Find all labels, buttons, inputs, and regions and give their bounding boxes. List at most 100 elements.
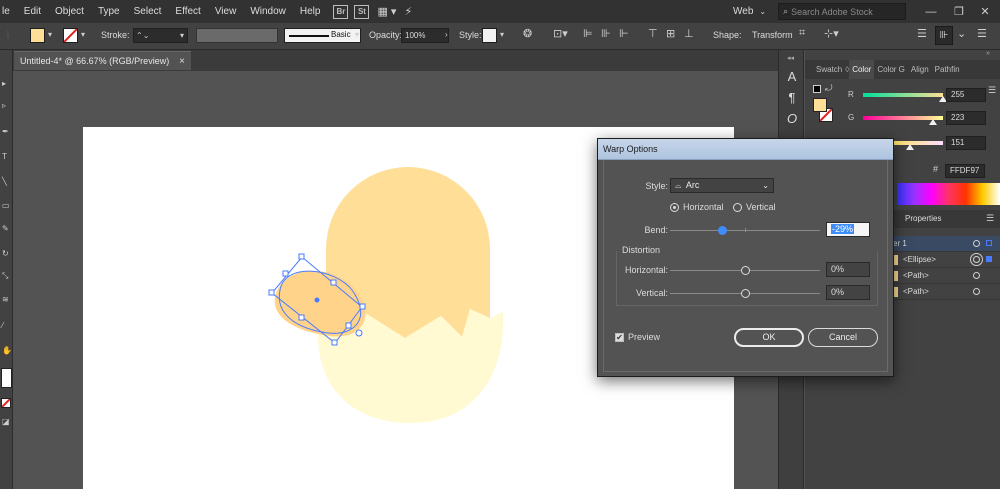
fill-swatch[interactable] [30,28,45,43]
minimize-icon[interactable]: — [916,0,946,23]
screen-mode-icon[interactable]: ◪ [2,418,10,426]
panel-menu-icon[interactable]: ☰ [986,213,994,224]
panel-menu-icon[interactable]: ☰ [988,85,996,96]
menu-window[interactable]: Window [243,0,293,23]
fill-stroke-indicator[interactable] [1,368,12,388]
green-slider-thumb[interactable] [929,119,937,125]
red-slider-track[interactable] [863,93,943,97]
variable-width-profile[interactable] [196,28,278,43]
scale-tool-icon[interactable]: ⤡ [2,272,10,280]
preview-checkbox[interactable]: ✔ [615,333,624,342]
tab-swatches[interactable]: Swatch [813,60,845,79]
menu-object[interactable]: Object [48,0,91,23]
bridge-button[interactable]: Br [333,4,349,19]
menu-edit[interactable]: Edit [17,0,48,23]
chevron-down-icon[interactable]: ▾ [81,30,85,39]
selected-art-indicator[interactable] [986,256,992,262]
bend-slider-knob[interactable] [718,226,728,235]
layer-row[interactable]: <Path> [893,268,1000,284]
menu-type[interactable]: Type [91,0,127,23]
hex-value-field[interactable]: FFDF97 [945,164,985,178]
tab-properties[interactable]: Properties [905,214,941,223]
type-tool-icon[interactable]: T [2,153,10,161]
align-top-icon[interactable]: ⊤ [648,27,658,40]
cancel-button[interactable]: Cancel [808,328,878,347]
layer-row[interactable]: <Ellipse> [893,252,1000,268]
color-fill-swatch[interactable] [813,98,827,112]
layer-row[interactable]: <Path> [893,284,1000,300]
stroke-weight-stepper[interactable]: ⌃⌄ ▾ [133,28,188,43]
vertical-radio[interactable] [733,203,742,212]
graphic-style-swatch[interactable] [482,28,497,43]
distortion-horizontal-field[interactable]: 0% [826,262,870,277]
menu-file[interactable]: le [0,0,17,23]
more-options-icon[interactable]: ☰ [917,27,927,40]
transform-each-icon[interactable]: ⌗ [799,27,805,40]
align-right-icon[interactable]: ⊩ [619,27,629,40]
tab-align[interactable]: Align [908,60,932,79]
menu-view[interactable]: View [208,0,244,23]
distortion-vertical-knob[interactable] [741,289,750,298]
blue-value-field[interactable]: 151 [946,136,986,150]
green-value-field[interactable]: 223 [946,111,986,125]
chevron-down-icon[interactable]: ⌄ [759,7,766,16]
pen-tool-icon[interactable]: ✒ [2,128,10,136]
character-icon[interactable]: A [784,69,800,85]
rotate-tool-icon[interactable]: ↻ [2,250,10,258]
paragraph-icon[interactable]: ¶ [784,90,800,106]
tab-pathfinder[interactable]: Pathfin [932,60,963,79]
hand-tool-icon[interactable]: ✋ [2,347,12,355]
tab-color-guide[interactable]: Color G [874,60,908,79]
warp-tool-icon[interactable]: ≋ [2,296,10,304]
collapse-icon[interactable]: » [986,50,990,57]
ok-button[interactable]: OK [734,328,804,347]
paintbrush-tool-icon[interactable]: ✎ [2,225,10,233]
menu-effect[interactable]: Effect [168,0,207,23]
workspace-switcher[interactable]: Web [733,6,753,17]
direct-selection-tool-icon[interactable]: ▹ [2,102,10,110]
align-bottom-icon[interactable]: ⊥ [684,27,694,40]
swap-colors-icon[interactable]: ⤾ [825,83,833,94]
align-left-icon[interactable]: ⊫ [583,27,593,40]
recolor-artwork-icon[interactable]: ❂ [523,27,532,40]
default-colors-icon[interactable] [813,85,821,93]
stroke-none-indicator[interactable] [1,398,11,408]
close-icon[interactable]: × [179,56,185,67]
tab-color[interactable]: Color [849,60,875,79]
rectangle-tool-icon[interactable]: ▭ [2,202,10,210]
target-icon[interactable] [973,288,980,295]
opentype-icon[interactable]: O [784,111,800,127]
bend-value-field[interactable]: -29% [826,222,870,237]
blue-slider-thumb[interactable] [906,144,915,150]
stock-search-input[interactable]: ⌕ Search Adobe Stock [778,3,907,20]
stock-button[interactable]: St [354,4,370,19]
selection-tool-icon[interactable]: ▸ [2,80,10,88]
transform-link[interactable]: Transform [752,30,793,40]
layer-row[interactable]: er 1 [893,236,1000,252]
chevron-right-icon[interactable]: › [445,30,448,39]
target-icon[interactable] [973,240,980,247]
selected-art-indicator[interactable] [986,240,992,246]
color-spectrum[interactable] [897,183,1000,205]
dialog-title[interactable]: Warp Options [598,139,893,160]
chevron-down-icon[interactable]: ▾ [355,30,359,39]
distortion-vertical-field[interactable]: 0% [826,285,870,300]
arrange-documents-icon[interactable]: ▦ ▾ [377,5,396,18]
panel-menu-icon[interactable]: ☰ [977,27,987,40]
vertical-radio-label[interactable]: Vertical [746,202,776,212]
stroke-swatch[interactable] [63,28,78,43]
collapse-icon[interactable]: ◂◂ [787,54,794,62]
warp-style-select[interactable]: ⌓ Arc ⌄ [670,178,774,193]
align-center-icon[interactable]: ⊪ [601,27,611,40]
isolate-icon[interactable]: ⊹▾ [824,27,839,40]
opacity-field[interactable]: 100% [401,28,449,43]
preview-label[interactable]: Preview [628,332,660,342]
chevron-down-icon[interactable]: ▾ [48,30,52,39]
chevron-down-icon[interactable]: ⌄ [957,27,966,40]
red-value-field[interactable]: 255 [946,88,986,102]
chevron-down-icon[interactable]: ▾ [500,30,504,39]
target-icon[interactable] [973,272,980,279]
close-window-icon[interactable]: ✕ [970,0,1000,23]
distortion-horizontal-knob[interactable] [741,266,750,275]
menu-select[interactable]: Select [127,0,169,23]
